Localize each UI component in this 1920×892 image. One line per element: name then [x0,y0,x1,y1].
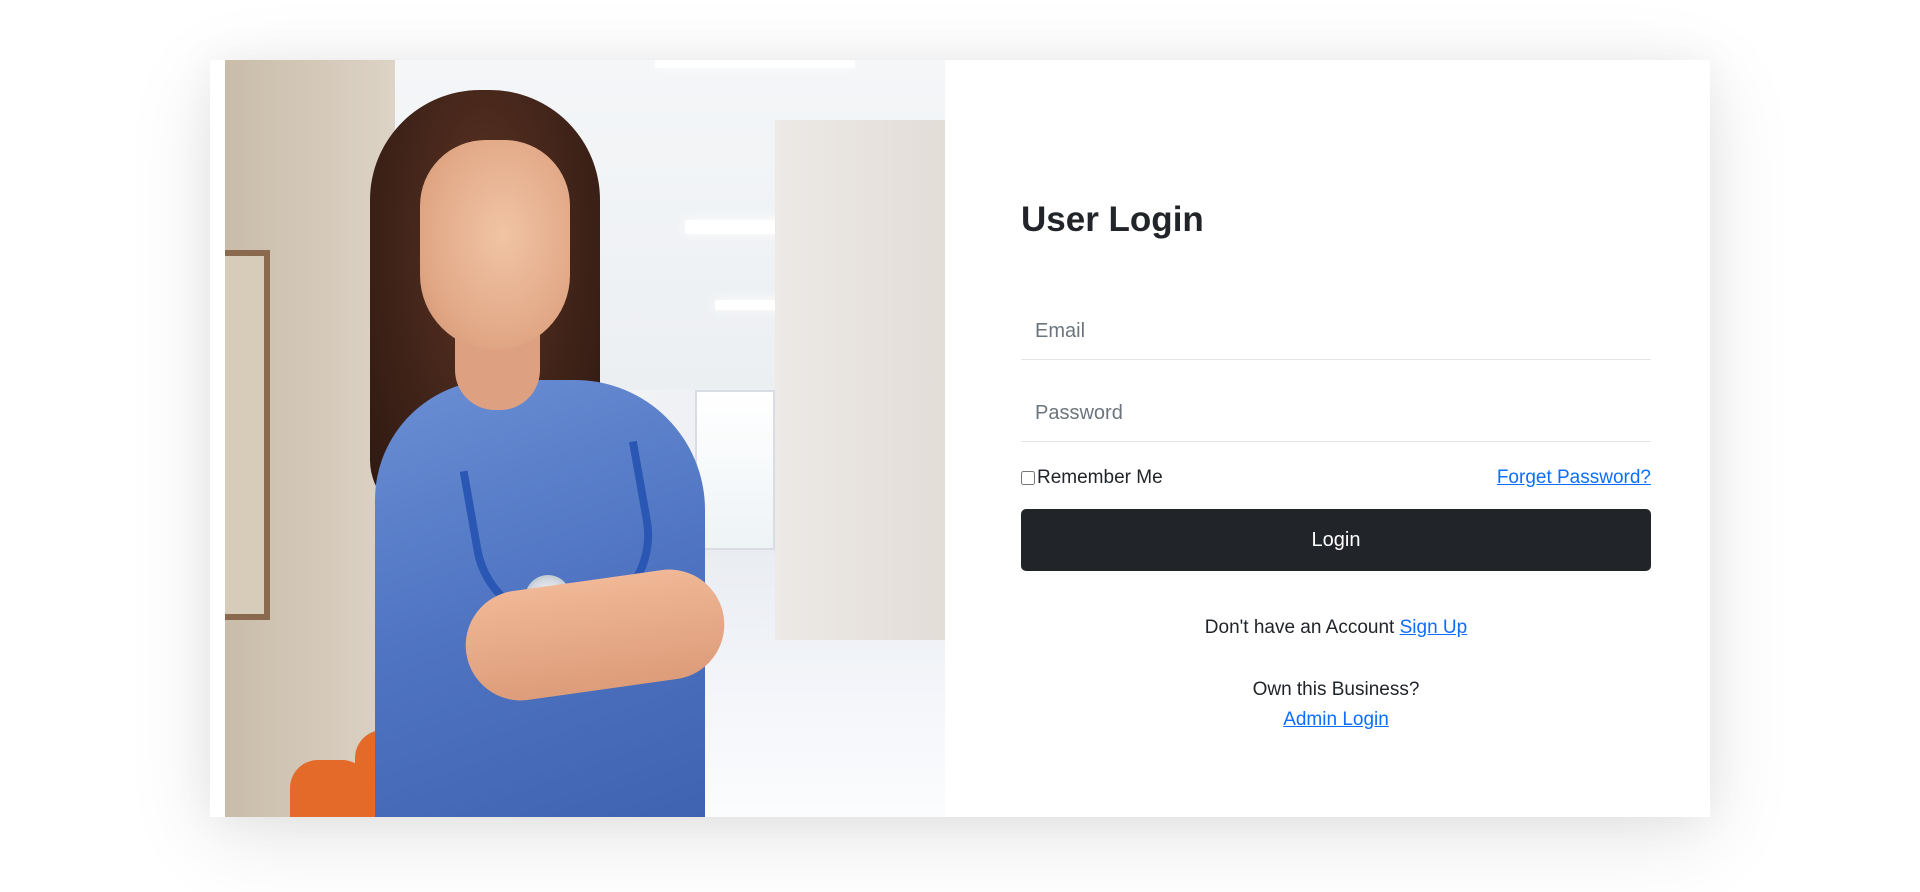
forgot-password-link[interactable]: Forget Password? [1497,467,1651,489]
nurse-face [420,140,570,350]
remember-me-checkbox[interactable] [1021,471,1035,485]
remember-me[interactable]: Remember Me [1021,467,1163,489]
owner-prompt: Own this Business? [1252,679,1420,700]
remember-row: Remember Me Forget Password? [1021,458,1651,498]
hallway-right-wall [775,120,945,640]
email-field[interactable] [1021,304,1651,360]
password-field[interactable] [1021,386,1651,442]
page-title: User Login [1021,200,1204,239]
signup-row: Don't have an Account Sign Up [1021,617,1651,639]
signup-prompt: Don't have an Account [1204,617,1395,638]
ceiling-light [655,60,855,68]
hallway-door [695,390,775,550]
login-button[interactable]: Login [1021,509,1651,571]
login-card: User Login Remember Me Forget Password? … [210,60,1710,817]
login-form: User Login Remember Me Forget Password? … [945,60,1710,817]
remember-me-label: Remember Me [1037,467,1163,488]
signup-link[interactable]: Sign Up [1400,617,1468,638]
admin-login-link[interactable]: Admin Login [1283,709,1389,730]
nurse-photo [225,60,945,817]
wall-picture-frame [225,250,270,620]
owner-row: Own this Business? Admin Login [1021,675,1651,735]
